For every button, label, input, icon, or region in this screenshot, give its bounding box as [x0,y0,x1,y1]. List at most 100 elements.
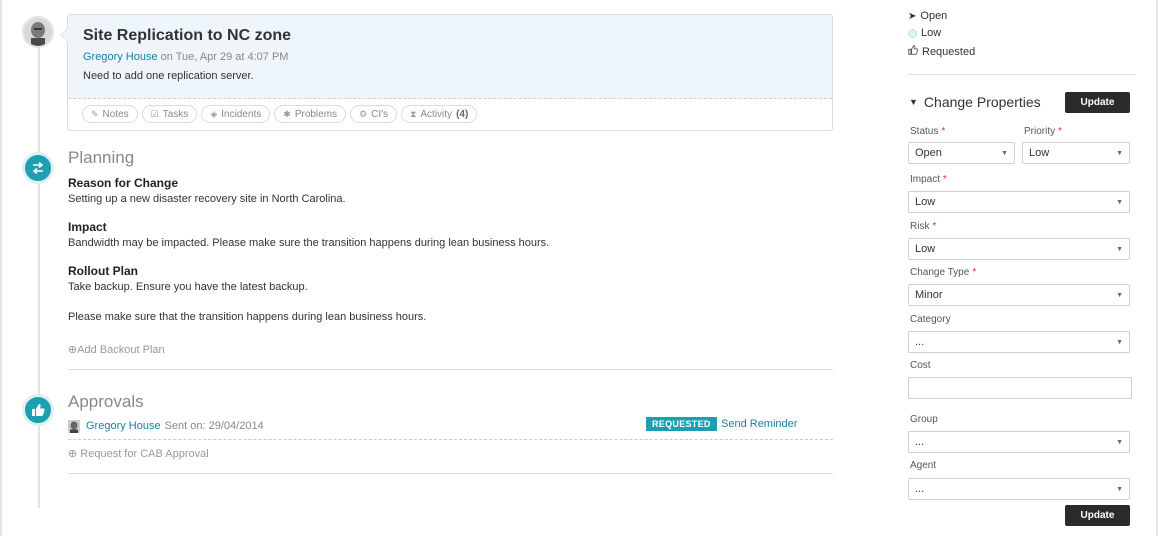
caret-down-icon: ▼ [909,97,918,107]
approver-link[interactable]: Gregory House [86,420,161,432]
tab-label: Tasks [162,108,189,120]
approver-avatar [68,419,80,433]
gear-icon: ⚙ [359,108,368,119]
status-badge: REQUESTED [646,417,717,431]
thumbs-up-icon [22,394,54,426]
change-properties-label: Change Properties [923,94,1041,110]
ticket-header: Site Replication to NC zone Gregory Hous… [68,15,832,99]
group-label: Group [910,414,938,425]
add-backout-plan-link[interactable]: ⊕Add Backout Plan [68,343,165,356]
chevron-down-icon: ▼ [1116,199,1123,206]
divider [68,369,833,370]
planning-title: Planning [68,148,135,167]
status-label: Status * [910,126,945,137]
impact-label: Impact * [910,174,947,185]
update-button-top[interactable]: Update [1065,92,1130,113]
tab-cis[interactable]: ⚙ CI's [350,105,398,123]
change-type-label-text: Change Type [910,267,970,278]
impact-select[interactable]: Low ▼ [908,191,1130,213]
author-link[interactable]: Gregory House [83,51,158,63]
chevron-down-icon: ▼ [1116,150,1123,157]
tab-label: CI's [371,108,389,120]
timeline-line [38,38,40,508]
tab-label: Activity [420,108,453,120]
card-arrow-fill [61,28,68,42]
risk-label: Risk * [910,221,936,232]
rollout-heading: Rollout Plan [68,264,138,278]
priority-label-text: Priority [1024,126,1056,137]
tag-icon: ◈ [210,108,218,119]
category-select-value: ... [915,336,925,348]
rollout-text-2: Please make sure that the transition hap… [68,311,427,323]
sent-date: Sent on: 29/04/2014 [164,420,264,432]
tab-problems[interactable]: ✱ Problems [274,105,347,123]
plus-circle-icon: ⊕ [68,344,78,356]
priority-select-value: Low [1029,147,1050,159]
chevron-down-icon: ▼ [1116,439,1123,446]
activity-count: (4) [456,108,469,120]
summary-approval-value: Requested [922,45,976,58]
pencil-icon: ✎ [91,108,99,119]
send-reminder-link[interactable]: Send Reminder [721,418,797,430]
summary-status: ➤ Open [908,10,947,22]
priority-label: Priority * [1024,126,1062,137]
thumbs-up-icon [908,45,919,58]
tab-label: Notes [102,108,129,120]
chevron-down-icon: ▼ [1116,486,1123,493]
tab-tasks[interactable]: ☑ Tasks [141,105,198,123]
agent-select[interactable]: ... ▼ [908,478,1130,500]
change-type-select-value: Minor [915,289,943,301]
tab-incidents[interactable]: ◈ Incidents [201,105,271,123]
agent-select-value: ... [915,483,925,495]
chevron-down-icon: ▼ [1001,150,1008,157]
risk-select[interactable]: Low ▼ [908,238,1130,260]
approvals-title: Approvals [68,392,144,411]
risk-select-value: Low [915,243,936,255]
tab-notes[interactable]: ✎ Notes [82,105,138,123]
agent-label: Agent [910,460,937,471]
change-properties-title[interactable]: ▼ Change Properties [909,94,1041,110]
change-type-select[interactable]: Minor ▼ [908,284,1130,306]
group-select-value: ... [915,436,925,448]
bug-icon: ✱ [283,108,291,119]
reason-heading: Reason for Change [68,176,179,190]
category-label: Category [910,314,951,325]
request-cab-approval-link[interactable]: ⊕ Request for CAB Approval [68,447,209,460]
risk-label-text: Risk [910,221,930,232]
impact-label-text: Impact [910,174,941,185]
summary-status-value: Open [920,10,948,22]
tab-activity[interactable]: ⧗ Activity (4) [401,105,478,123]
priority-select[interactable]: Low ▼ [1022,142,1130,164]
chevron-down-icon: ▼ [1116,339,1123,346]
checkbox-icon: ☑ [150,108,159,119]
cost-label: Cost [910,360,931,371]
ticket-meta: Gregory House on Tue, Apr 29 at 4:07 PM [83,51,817,63]
required-mark: * [932,221,937,232]
required-mark: * [972,267,977,278]
group-select[interactable]: ... ▼ [908,431,1130,453]
cost-input[interactable] [908,377,1132,399]
chevron-down-icon: ▼ [1116,246,1123,253]
avatar[interactable] [22,16,54,48]
dashed-divider [68,439,833,440]
panel-divider [908,74,1136,75]
divider [68,473,833,474]
change-type-label: Change Type * [910,267,976,278]
hourglass-icon: ⧗ [410,108,417,119]
status-label-text: Status [910,126,939,137]
category-select[interactable]: ... ▼ [908,331,1130,353]
summary-priority: Low [908,27,941,39]
approval-row: Gregory House Sent on: 29/04/2014 REQUES… [68,417,833,435]
status-select[interactable]: Open ▼ [908,142,1015,164]
plus-circle-icon: ⊕ [68,448,81,460]
ticket-tabs: ✎ Notes ☑ Tasks ◈ Incidents ✱ Problems ⚙ CI's… [68,99,832,129]
tab-label: Incidents [221,108,262,120]
ticket-date: on Tue, Apr 29 at 4:07 PM [157,51,289,63]
required-mark: * [941,126,946,137]
impact-select-value: Low [915,196,936,208]
summary-approval: Requested [908,45,975,58]
request-cab-label: Request for CAB Approval [80,448,209,460]
update-button-bottom[interactable]: Update [1065,505,1130,526]
summary-priority-value: Low [921,27,942,39]
send-icon: ➤ [908,10,917,22]
